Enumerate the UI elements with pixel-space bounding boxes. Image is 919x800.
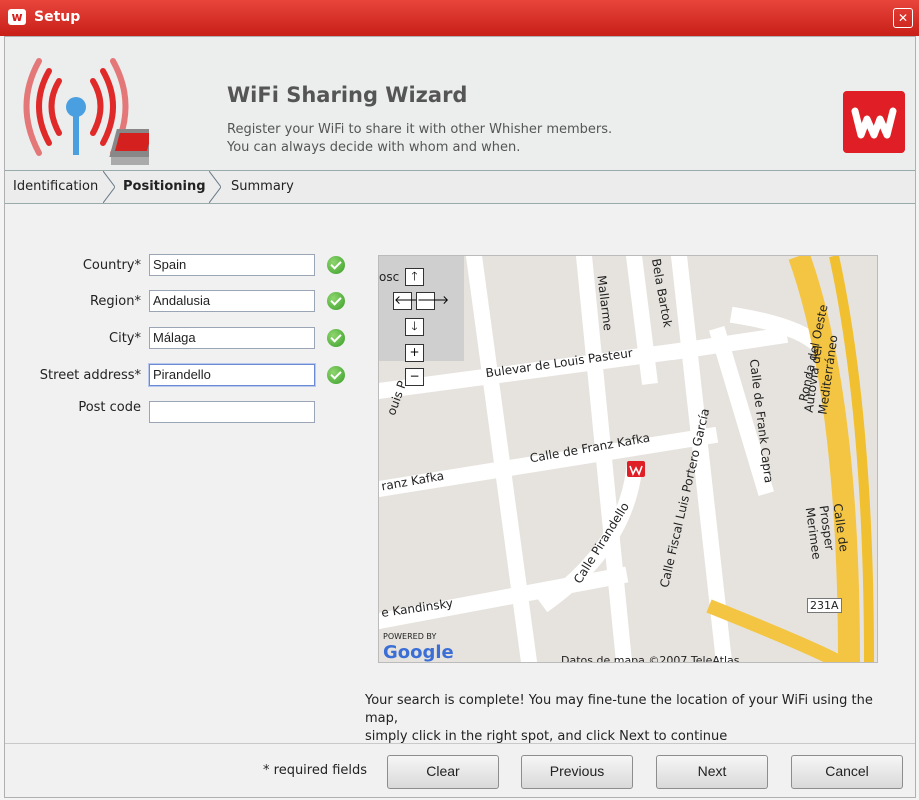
map-copyright: Datos de mapa ©2007 TeleAtlas: [561, 654, 740, 663]
step-identification: Identification: [13, 179, 99, 194]
pan-down-icon[interactable]: 🡓: [405, 318, 424, 336]
next-button[interactable]: Next: [656, 755, 768, 789]
message-line-1: Your search is complete! You may fine-tu…: [365, 693, 873, 726]
post-code-field[interactable]: [149, 401, 315, 423]
step-separator-icon: [209, 171, 221, 203]
close-icon[interactable]: ✕: [893, 8, 913, 28]
wizard-steps: Identification Positioning Summary: [5, 170, 915, 204]
whisher-logo-icon: [843, 91, 905, 153]
window-title: Setup: [34, 9, 81, 25]
country-field[interactable]: Spain: [149, 254, 315, 276]
required-fields-note: * required fields: [263, 763, 368, 778]
step-separator-icon: [103, 171, 115, 203]
step-summary: Summary: [231, 179, 294, 194]
wizard-header: WiFi Sharing Wizard Register your WiFi t…: [5, 37, 915, 170]
street-valid-check-icon: [327, 366, 345, 384]
previous-button[interactable]: Previous: [521, 755, 633, 789]
pan-up-icon[interactable]: 🡑: [405, 268, 424, 286]
region-label: Region*: [89, 294, 141, 309]
wizard-subtitle: Register your WiFi to share it with othe…: [227, 121, 612, 157]
wizard-title: WiFi Sharing Wizard: [227, 83, 468, 107]
zoom-in-icon[interactable]: +: [405, 344, 424, 362]
street-address-field[interactable]: Pirandello: [149, 364, 315, 386]
map-powered-by: POWERED BY: [383, 632, 437, 641]
city-field[interactable]: Málaga: [149, 327, 315, 349]
title-bar: w Setup ✕: [0, 0, 919, 36]
city-label: City*: [109, 331, 141, 346]
map-canvas[interactable]: [379, 256, 877, 662]
clear-button[interactable]: Clear: [387, 755, 499, 789]
whisher-app-icon: w: [8, 9, 26, 25]
subtitle-line-2: You can always decide with whom and when…: [227, 140, 521, 155]
map-exit-badge: 231A: [807, 598, 842, 613]
setup-window: w Setup ✕ WiFi Sharing Wizard Register y…: [0, 0, 919, 800]
street-address-label: Street address*: [39, 368, 141, 383]
map-label-osc: osc: [379, 270, 400, 284]
step-positioning: Positioning: [123, 179, 206, 194]
pan-right-icon[interactable]: 🡒: [416, 292, 449, 310]
post-code-label: Post code: [78, 400, 141, 415]
country-valid-check-icon: [327, 256, 345, 274]
footer-divider: [5, 743, 915, 744]
wifi-antenna-icon: [23, 58, 149, 165]
region-field[interactable]: Andalusia: [149, 290, 315, 312]
region-valid-check-icon: [327, 292, 345, 310]
city-valid-check-icon: [327, 329, 345, 347]
subtitle-line-1: Register your WiFi to share it with othe…: [227, 122, 613, 137]
pan-left-icon[interactable]: 🡐: [393, 292, 426, 310]
wizard-client-area: WiFi Sharing Wizard Register your WiFi t…: [4, 36, 916, 798]
country-label: Country*: [82, 258, 141, 273]
location-map[interactable]: Bulevar de Louis Pasteur Calle de Franz …: [378, 255, 878, 663]
search-complete-message: Your search is complete! You may fine-tu…: [365, 692, 905, 746]
cancel-button[interactable]: Cancel: [791, 755, 903, 789]
google-logo: Google: [383, 642, 454, 663]
zoom-out-icon[interactable]: −: [405, 368, 424, 386]
